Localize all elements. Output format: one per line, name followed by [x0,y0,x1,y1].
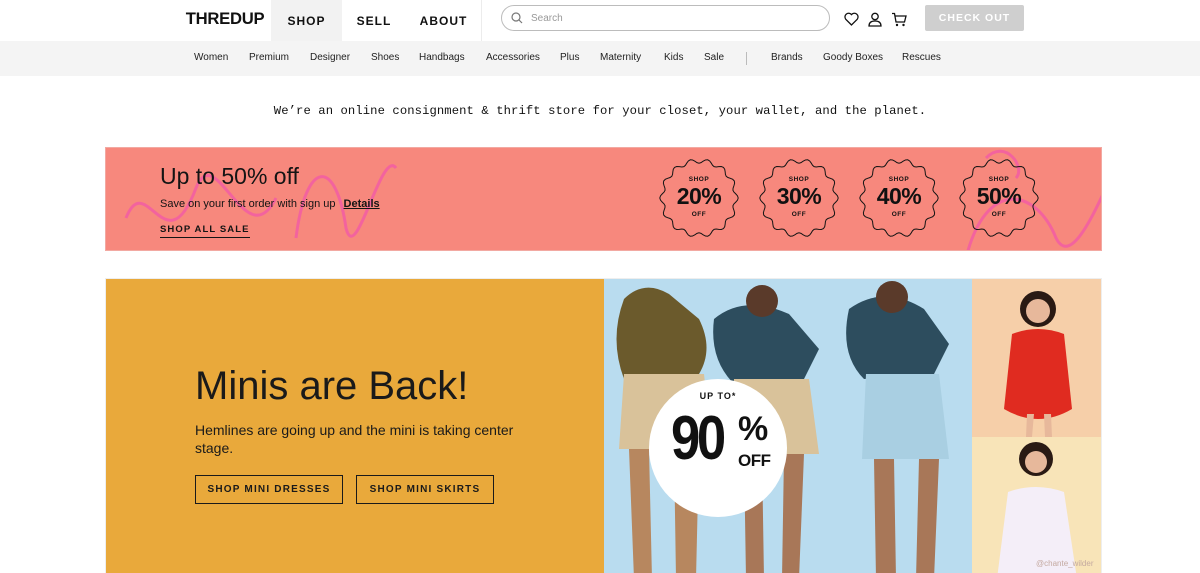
sale-banner[interactable]: Up to 50% off Save on your first order w… [105,147,1102,251]
user-icon[interactable] [866,10,884,28]
category-sale[interactable]: Sale [704,52,724,63]
badge-shop-20[interactable]: SHOP 20% OFF [659,158,739,238]
badge-bottom-label: OFF [991,211,1007,218]
header-icons [842,10,908,28]
category-divider [746,52,747,65]
top-header: THREDUP SHOP SELL ABOUT CHECK OUT [0,0,1200,41]
photo-red-dress [972,279,1101,437]
badge-top-label: SHOP [688,176,710,183]
category-premium[interactable]: Premium [249,52,289,63]
category-bar: Women Premium Designer Shoes Handbags Ac… [0,41,1200,76]
hero-banner[interactable]: Minis are Back! Hemlines are going up an… [105,278,1102,573]
category-goody-boxes[interactable]: Goody Boxes [823,52,883,63]
category-maternity[interactable]: Maternity [600,52,641,63]
tagline: We’re an online consignment & thrift sto… [273,104,927,118]
badge-top-label: SHOP [888,176,910,183]
category-kids[interactable]: Kids [664,52,683,63]
nav-shop[interactable]: SHOP [271,0,342,41]
main-nav: SHOP SELL ABOUT [271,0,482,41]
badge-shop-50[interactable]: SHOP 50% OFF [959,158,1039,238]
photo-credit: @chante_wilder [1036,559,1094,568]
category-plus[interactable]: Plus [560,52,579,63]
sale-title: Up to 50% off [160,163,299,189]
search-icon [511,12,523,24]
category-shoes[interactable]: Shoes [371,52,399,63]
badge-shop-40[interactable]: SHOP 40% OFF [859,158,939,238]
hero-photo[interactable]: UP TO* 90 % OFF @chante_wilder [604,279,1101,573]
search-input[interactable] [531,12,801,24]
badge-bottom-label: OFF [891,211,907,218]
category-rescues[interactable]: Rescues [902,52,941,63]
search-bar[interactable] [501,5,830,31]
details-link[interactable]: Details [344,198,380,210]
promo-percent: % [738,410,769,448]
hero-description: Hemlines are going up and the mini is ta… [195,422,514,456]
promo-90-off-circle: UP TO* 90 % OFF [649,379,787,517]
checkout-button[interactable]: CHECK OUT [925,5,1024,31]
badge-percent: 20% [676,183,722,209]
badge-percent: 30% [776,183,822,209]
hero-text-panel: Minis are Back! Hemlines are going up an… [106,279,604,573]
hero-title: Minis are Back! [195,364,469,408]
shop-mini-dresses-button[interactable]: SHOP MINI DRESSES [195,475,343,504]
logo[interactable]: THREDUP [186,9,265,29]
badge-shop-30[interactable]: SHOP 30% OFF [759,158,839,238]
promo-up-to: UP TO* [699,391,737,401]
heart-icon[interactable] [842,10,860,28]
badge-top-label: SHOP [788,176,810,183]
category-handbags[interactable]: Handbags [419,52,465,63]
badge-bottom-label: OFF [791,211,807,218]
cart-icon[interactable] [890,10,908,28]
shop-mini-skirts-button[interactable]: SHOP MINI SKIRTS [356,475,494,504]
shop-all-sale-link[interactable]: SHOP ALL SALE [160,224,250,238]
badge-percent: 40% [876,183,922,209]
nav-sell[interactable]: SELL [342,0,406,41]
badge-top-label: SHOP [988,176,1010,183]
photo-white-dress [972,437,1101,573]
badge-percent: 50% [976,183,1022,209]
promo-number: 90 [671,404,726,473]
promo-off: OFF [738,451,771,470]
badge-bottom-label: OFF [691,211,707,218]
category-designer[interactable]: Designer [310,52,350,63]
category-women[interactable]: Women [194,52,228,63]
nav-about[interactable]: ABOUT [406,0,482,41]
sale-subtitle: Save on your first order with sign up De… [160,198,380,210]
category-brands[interactable]: Brands [771,52,803,63]
sale-subtitle-text: Save on your first order with sign up [160,198,336,210]
category-accessories[interactable]: Accessories [486,52,540,63]
